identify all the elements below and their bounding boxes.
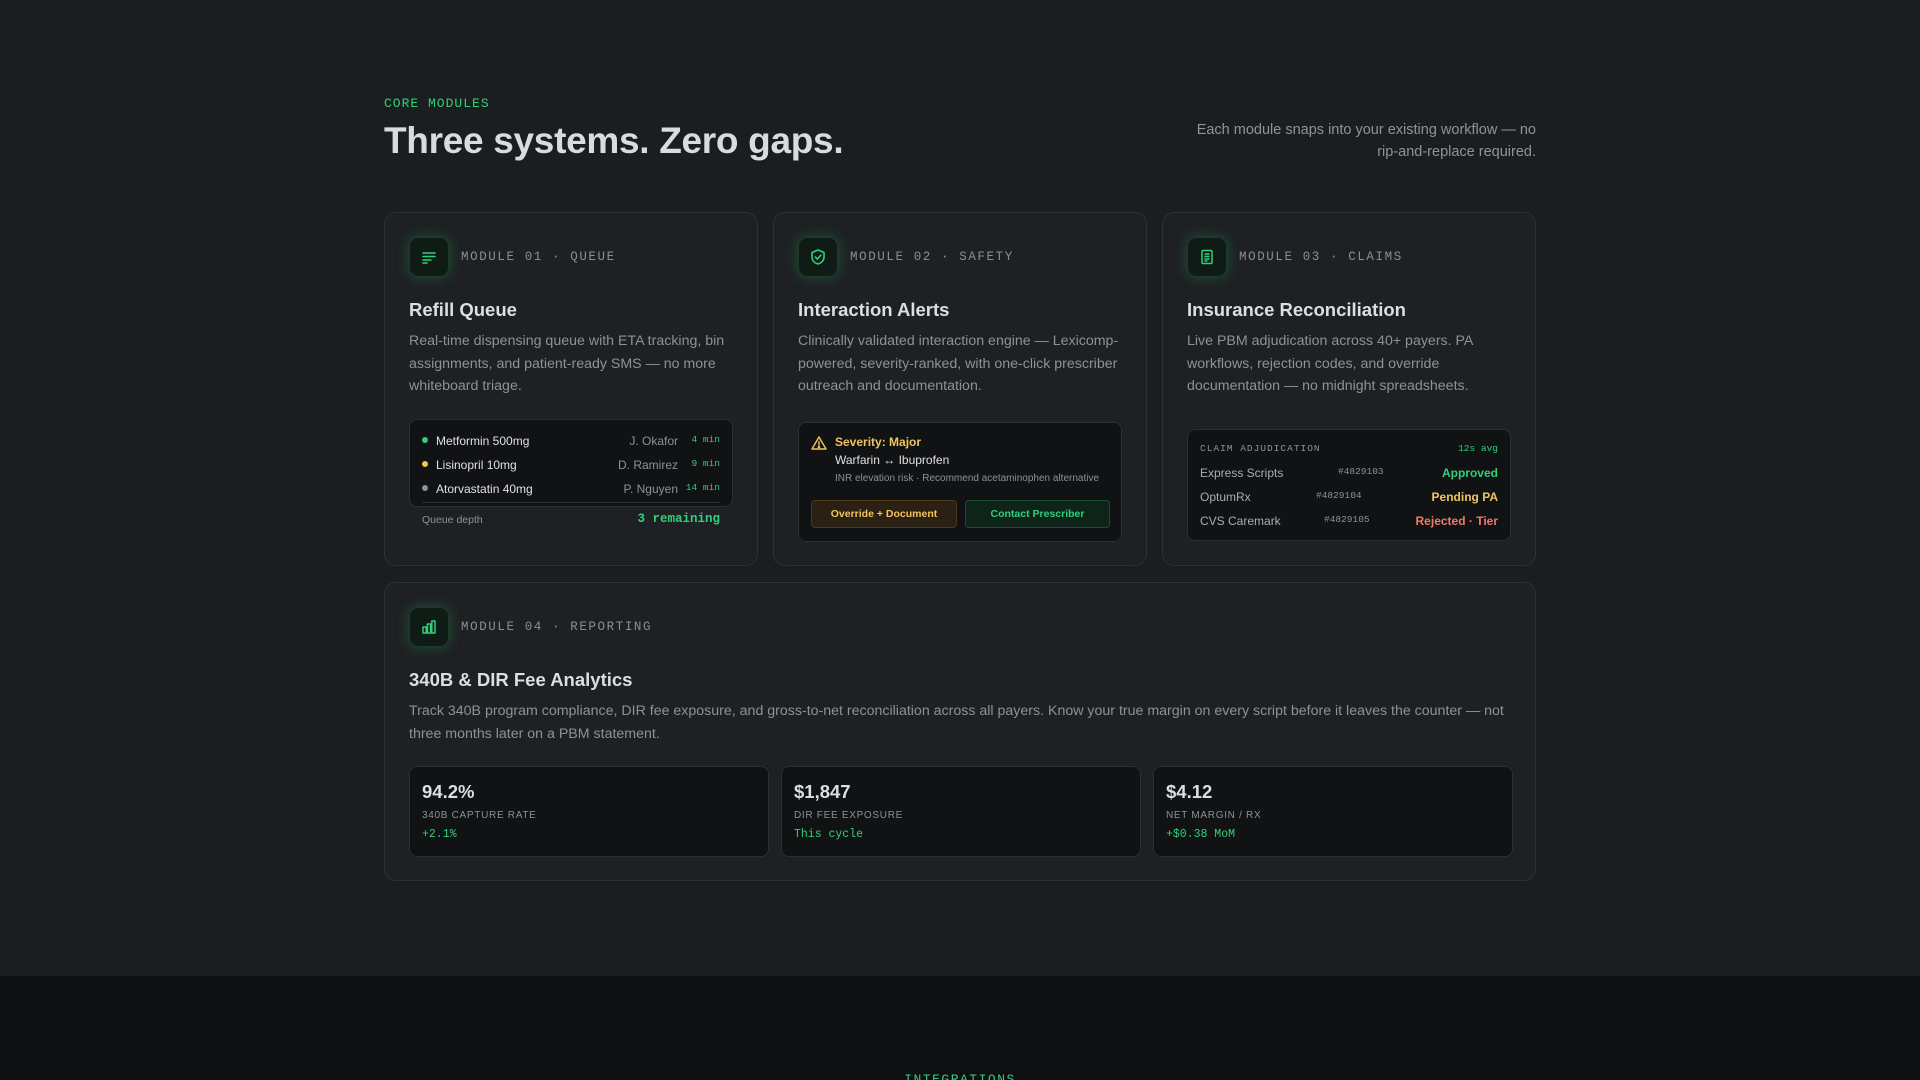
warning-triangle-icon [811,436,827,450]
queue-patient: D. Ramirez [617,458,678,472]
stat-card: $1,847 DIR FEE EXPOSURE This cycle [781,766,1141,857]
queue-drug: Metformin 500mg [436,434,530,448]
alert-note: INR elevation risk · Recommend acetamino… [835,473,1100,484]
queue-row: Lisinopril 10mg D. Ramirez 9 min [422,456,720,474]
module-card-queue: MODULE 01 · QUEUE Refill Queue Real-time… [384,212,758,566]
module-card-safety: MODULE 02 · SAFETY Interaction Alerts Cl… [773,212,1147,566]
queue-drug: Atorvastatin 40mg [436,482,533,496]
status-dot [422,485,428,491]
stat-value: 94.2% [422,781,475,802]
card-title: Interaction Alerts [798,299,950,320]
module-label: MODULE 04 · REPORTING [461,620,653,634]
section-eyebrow: CORE MODULES [384,96,490,111]
module-label: MODULE 01 · QUEUE [461,250,616,264]
module-card-reporting: MODULE 04 · REPORTING 340B & DIR Fee Ana… [384,582,1536,881]
override-document-button[interactable]: Override + Document [811,500,957,528]
queue-eta: 9 min [691,458,720,469]
interaction-alert-preview: Severity: Major Warfarin ↔ Ibuprofen INR… [798,422,1122,542]
module-label: MODULE 03 · CLAIMS [1239,250,1403,264]
stat-value: $1,847 [794,781,851,802]
integrations-section: INTEGRATIONS [0,976,1920,1080]
queue-row: Metformin 500mg J. Okafor 4 min [422,432,720,450]
claim-payer: Express Scripts [1200,466,1284,480]
queue-row: Atorvastatin 40mg P. Nguyen 14 min [422,480,720,498]
claim-row: OptumRx #4829104 Pending PA [1200,488,1498,506]
queue-drug: Lisinopril 10mg [436,458,517,472]
claim-status: Rejected · Tier [1415,514,1498,528]
queue-eta: 4 min [691,434,720,445]
divider [422,502,720,503]
queue-depth-label: Queue depth [422,514,483,526]
claim-payer: OptumRx [1200,490,1251,504]
claim-row: CVS Caremark #4829105 Rejected · Tier [1200,512,1498,530]
queue-patient: J. Okafor [629,434,678,448]
card-description: Live PBM adjudication across 40+ payers.… [1187,333,1473,394]
alert-severity: Severity: Major [835,435,922,449]
card-title: Insurance Reconciliation [1187,299,1406,320]
stat-delta: +$0.38 MoM [1166,828,1236,841]
section-title: Three systems. Zero gaps. [384,120,844,161]
stat-delta: This cycle [794,828,864,841]
contact-prescriber-button[interactable]: Contact Prescriber [965,500,1110,528]
queue-depth-value: 3 remaining [637,512,720,526]
claim-row: Express Scripts #4829103 Approved [1200,464,1498,482]
alert-drug-pair: Warfarin ↔ Ibuprofen [835,453,950,467]
queue-patient: P. Nguyen [623,482,679,496]
stat-label: 340B CAPTURE RATE [422,810,537,821]
list-lines-icon [409,237,449,277]
claim-id: #4829103 [1338,466,1384,477]
stat-card: 94.2% 340B CAPTURE RATE +2.1% [409,766,769,857]
status-dot [422,437,428,443]
receipt-icon [1187,237,1227,277]
claim-id: #4829105 [1324,514,1370,525]
shield-check-icon [798,237,838,277]
bar-chart-icon [409,607,449,647]
card-title: Refill Queue [409,299,517,320]
refill-queue-preview: Metformin 500mg J. Okafor 4 min Lisinopr… [409,419,733,526]
card-description: Track 340B program compliance, DIR fee e… [409,703,1504,742]
claim-payer: CVS Caremark [1200,514,1281,528]
stat-label: DIR FEE EXPOSURE [794,810,903,821]
module-card-claims: MODULE 03 · CLAIMS Insurance Reconciliat… [1162,212,1536,566]
core-modules-section: CORE MODULES Three systems. Zero gaps. E… [384,0,1536,976]
section-lede: Each module snaps into your existing wor… [1196,122,1536,160]
status-dot [422,461,428,467]
stat-value: $4.12 [1166,781,1213,802]
card-description: Real-time dispensing queue with ETA trac… [409,333,725,394]
integrations-eyebrow: INTEGRATIONS [904,1072,1016,1080]
card-description: Clinically validated interaction engine … [798,333,1119,394]
claims-avg: 12s avg [1458,443,1498,454]
stat-delta: +2.1% [422,828,457,841]
queue-eta: 14 min [685,482,720,493]
stat-card: $4.12 NET MARGIN / RX +$0.38 MoM [1153,766,1513,857]
claim-adjudication-preview: CLAIM ADJUDICATION 12s avg Express Scrip… [1187,429,1511,541]
card-title: 340B & DIR Fee Analytics [409,669,633,690]
claim-id: #4829104 [1316,490,1362,501]
module-label: MODULE 02 · SAFETY [850,250,1014,264]
stat-label: NET MARGIN / RX [1166,810,1262,821]
claim-status: Pending PA [1431,490,1498,504]
claims-header: CLAIM ADJUDICATION [1200,443,1321,454]
claim-status: Approved [1441,466,1498,480]
